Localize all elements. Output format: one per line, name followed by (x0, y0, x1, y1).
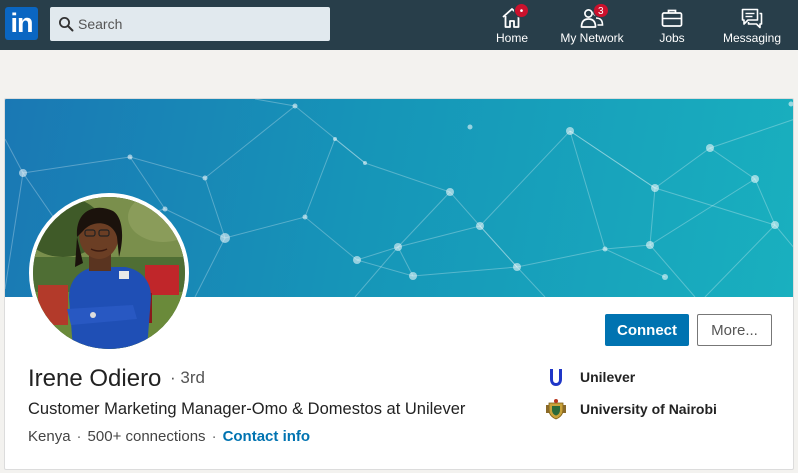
more-button[interactable]: More... (697, 314, 772, 346)
person-photo-illustration (33, 197, 185, 349)
profile-headline: Customer Marketing Manager-Omo & Domesto… (28, 400, 466, 418)
home-notification-badge: • (514, 3, 529, 18)
connection-degree: · 3rd (170, 368, 205, 387)
search-input[interactable] (78, 7, 323, 41)
messaging-icon (741, 8, 763, 29)
nav-jobs[interactable]: Jobs (650, 4, 694, 48)
profile-photo[interactable] (29, 193, 189, 353)
network-notification-badge: 3 (593, 3, 609, 18)
separator-dot: · (211, 428, 217, 445)
org-label-unilever: Unilever (580, 369, 636, 385)
search-box[interactable] (50, 7, 330, 41)
nav-home[interactable]: • Home (489, 3, 535, 48)
contact-info-link[interactable]: Contact info (223, 428, 311, 445)
separator-dot: · (76, 428, 82, 445)
nav-my-network[interactable]: 3 My Network (555, 3, 629, 48)
nav-home-label: Home (495, 31, 528, 45)
nav-my-network-label: My Network (560, 31, 624, 45)
nav-messaging[interactable]: Messaging (718, 4, 786, 48)
nav-jobs-label: Jobs (659, 31, 685, 45)
profile-meta: Kenya · 500+ connections · Contact info (28, 428, 310, 445)
org-label-university-of-nairobi: University of Nairobi (580, 401, 717, 417)
profile-card: Connect More... Irene Odiero · 3rd Custo… (4, 98, 794, 470)
profile-name: Irene Odiero (28, 365, 162, 392)
linkedin-logo-text: in (10, 8, 34, 38)
profile-connections[interactable]: 500+ connections (88, 428, 206, 445)
search-icon (59, 17, 74, 32)
profile-location: Kenya (28, 428, 71, 445)
connect-button[interactable]: Connect (605, 314, 689, 346)
nav-messaging-label: Messaging (722, 31, 782, 45)
unilever-logo-icon (550, 369, 562, 386)
briefcase-icon (661, 9, 683, 27)
top-navigation-bar: in • Home 3 My Network (0, 0, 798, 50)
linkedin-logo[interactable]: in (5, 7, 38, 40)
university-crest-icon (546, 399, 566, 420)
